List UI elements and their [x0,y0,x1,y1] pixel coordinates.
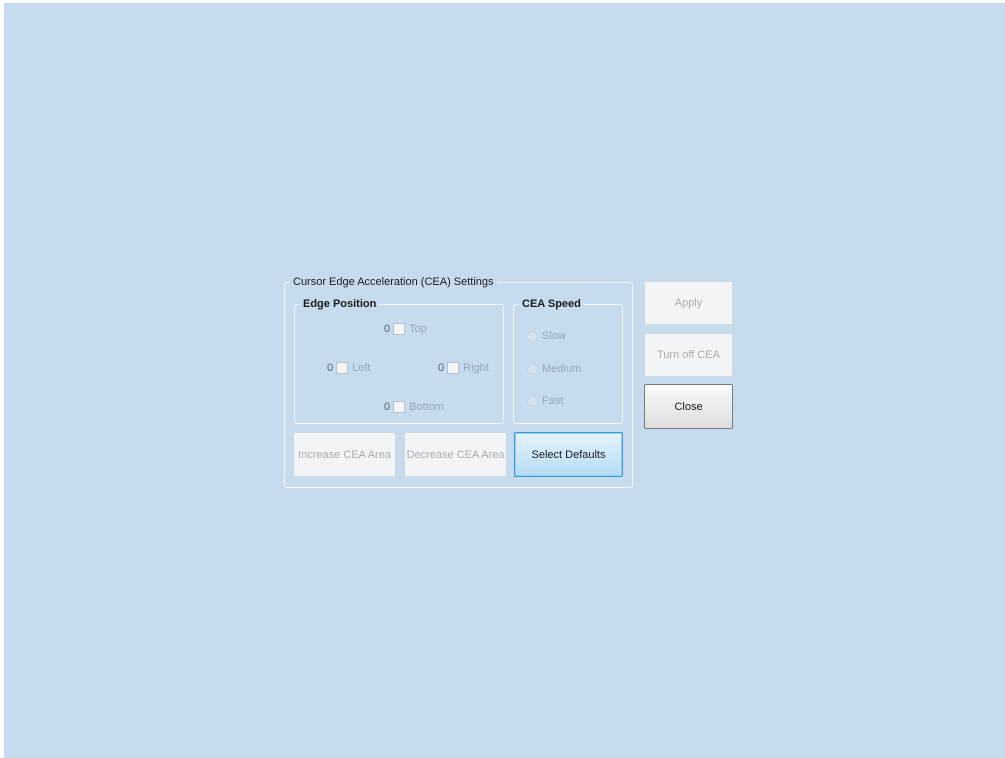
decrease-cea-area-button[interactable]: Decrease CEA Area [404,432,507,477]
top-edge-checkbox[interactable] [393,323,406,335]
radio-icon [527,363,538,375]
right-edge-checkbox[interactable] [447,362,460,374]
increase-cea-area-button[interactable]: Increase CEA Area [293,432,396,477]
left-edge-row: 0 Left [327,360,370,376]
speed-option-fast[interactable]: Fast [527,393,563,409]
speed-option-label: Fast [542,395,564,407]
speed-option-medium[interactable]: Medium [527,361,581,377]
top-edge-row: 0 Top [384,321,427,337]
left-edge-value: 0 [327,362,334,374]
edge-position-title: Edge Position [300,297,380,311]
bottom-edge-checkbox[interactable] [393,401,406,413]
speed-option-label: Medium [542,363,582,375]
left-edge-checkbox[interactable] [336,362,349,374]
apply-button[interactable]: Apply [644,281,733,325]
background: Cursor Edge Acceleration (CEA) Settings … [4,3,1005,758]
close-button[interactable]: Close [644,384,733,429]
right-edge-label: Right [463,362,489,374]
top-edge-label: Top [409,323,427,335]
bottom-edge-value: 0 [384,401,391,413]
radio-icon [527,395,538,407]
speed-option-slow[interactable]: Slow [527,328,566,344]
cea-speed-title: CEA Speed [519,297,584,311]
cea-settings-group: Cursor Edge Acceleration (CEA) Settings … [284,275,633,488]
top-edge-value: 0 [384,323,391,335]
speed-option-label: Slow [542,330,566,342]
bottom-edge-row: 0 Bottom [384,399,444,415]
right-edge-value: 0 [438,362,445,374]
turn-off-cea-button[interactable]: Turn off CEA [644,333,733,377]
cea-settings-title: Cursor Edge Acceleration (CEA) Settings [290,275,497,289]
right-edge-row: 0 Right [438,360,489,376]
radio-icon [527,330,538,342]
bottom-edge-label: Bottom [409,401,444,413]
edge-position-group: Edge Position 0 Top 0 Left 0 Right 0 Bot… [294,297,504,424]
select-defaults-button[interactable]: Select Defaults [514,432,623,477]
left-edge-label: Left [352,362,371,374]
cea-speed-group: CEA Speed Slow Medium Fast [513,297,623,424]
